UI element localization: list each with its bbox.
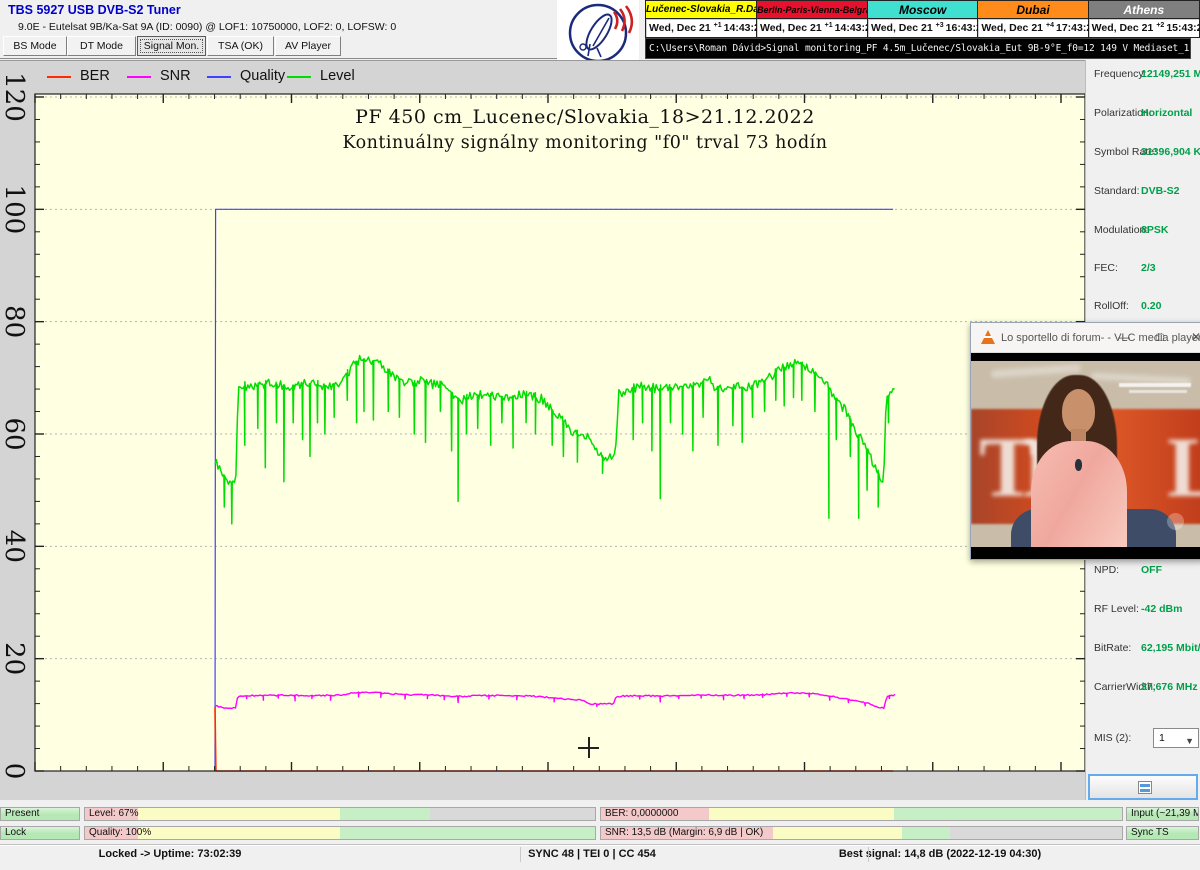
param-value: OFF (1141, 564, 1162, 576)
vlc-cone-icon (981, 330, 995, 344)
crosshair-cursor (588, 737, 590, 758)
mis-value: 1 (1159, 732, 1165, 744)
param-label: Standard: (1094, 185, 1140, 197)
backdrop-letter: L (1167, 417, 1200, 517)
tv-guest-figure (1031, 441, 1127, 547)
param-label: RollOff: (1094, 300, 1129, 312)
signal-bar-level: Level: 67% (84, 807, 596, 821)
status-separator (868, 847, 869, 862)
signal-chart[interactable]: 0 20 40 60 80 100 120 PF 450 cm_Lucenec/Slovaki… (0, 61, 1085, 801)
clock-city: Berlin-Paris-Vienna-Belgrade (757, 1, 867, 19)
param-value: 8PSK (1141, 224, 1168, 236)
svg-text:20: 20 (0, 642, 29, 675)
channel-watermark (1167, 513, 1184, 530)
signal-bar-input: Input (~21,39 Mbps) (1126, 807, 1199, 821)
signal-bar-present: Present (0, 807, 80, 821)
clock-city: Dubai (978, 1, 1087, 19)
chevron-down-icon: ▼ (1185, 732, 1194, 750)
app-title: TBS 5927 USB DVB-S2 Tuner (8, 3, 181, 17)
clock-moscow: MoscowWed, Dec 21+316:43:26 (868, 1, 978, 37)
svg-text:PF 450 cm_Lucenec/Slovakia_18>: PF 450 cm_Lucenec/Slovakia_18>21.12.2022 (355, 106, 815, 128)
vlc-video-area[interactable]: T E L (971, 353, 1200, 559)
tab-dt-mode[interactable]: DT Mode (67, 36, 136, 56)
clock-athens: AthensWed, Dec 21+215:43:26 (1089, 1, 1199, 37)
status-bar: Locked -> Uptime: 73:02:39 SYNC 48 | TEI… (0, 844, 1200, 863)
param-value: 12149,251 MHz (1141, 68, 1200, 80)
mis-dropdown[interactable]: 1 ▼ (1153, 728, 1199, 748)
necklace (1075, 459, 1082, 471)
param-label: BitRate: (1094, 642, 1131, 654)
clock-dubai: DubaiWed, Dec 21+417:43:26 (978, 1, 1088, 37)
param-label: FEC: (1094, 262, 1118, 274)
satellite-dish-icon (557, 0, 639, 66)
status-sync: SYNC 48 | TEI 0 | CC 454 (528, 848, 656, 860)
status-best-signal: Best signal: 14,8 dB (2022-12-19 04:30) (839, 848, 1041, 860)
param-label: NPD: (1094, 564, 1119, 576)
tab-av-player[interactable]: AV Player (275, 36, 341, 56)
param-value: 62,195 Mbit/s (1141, 642, 1200, 654)
param-value: Horizontal (1141, 107, 1192, 119)
status-uptime: Locked -> Uptime: 73:02:39 (99, 848, 242, 860)
clock-city: Moscow (868, 1, 977, 19)
param-value: 37,676 MHz (1141, 681, 1198, 693)
signal-bar-quality: Quality: 100% (84, 826, 596, 840)
signal-bar-snr: SNR: 13,5 dB (Margin: 6,9 dB | OK) (600, 826, 1123, 840)
param-value: -42 dBm (1141, 603, 1182, 615)
clock-lučenec: Lučenec-Slovakia_R.DávidWed, Dec 21+114:… (646, 1, 757, 37)
clock-berlin: Berlin-Paris-Vienna-BelgradeWed, Dec 21+… (757, 1, 868, 37)
tv-studio-scene: T E L (971, 361, 1200, 547)
world-clock-strip: Lučenec-Slovakia_R.DávidWed, Dec 21+114:… (645, 0, 1200, 38)
status-separator (520, 847, 521, 862)
mis-label: MIS (2): (1094, 732, 1131, 744)
console-command-line: C:\Users\Roman Dávid>Signal monitoring_P… (645, 38, 1191, 59)
tab-tsa-ok-[interactable]: TSA (OK) (207, 36, 274, 56)
ts-analysis-button[interactable] (1088, 774, 1198, 800)
svg-text:Kontinuálny signálny monitorin: Kontinuálny signálny monitoring "f0" trv… (342, 133, 827, 153)
clock-city: Lučenec-Slovakia_R.Dávid (646, 1, 756, 19)
ts-list-icon (1138, 781, 1152, 794)
svg-text:80: 80 (0, 305, 29, 338)
tuner-subtitle: 9.0E - Eutelsat 9B/Ka-Sat 9A (ID: 0090) … (18, 21, 396, 33)
param-value: 2/3 (1141, 262, 1156, 274)
signal-bar-lock: Lock (0, 826, 80, 840)
svg-text:60: 60 (0, 417, 29, 450)
tab-bs-mode[interactable]: BS Mode (3, 36, 67, 56)
clock-city: Athens (1089, 1, 1199, 19)
application-window: TBS 5927 USB DVB-S2 Tuner 9.0E - Eutelsa… (0, 0, 1200, 870)
signal-monitor-panel: BERSNRQualityLevel 020406080100120PF 450… (0, 60, 1085, 800)
param-value: DVB-S2 (1141, 185, 1180, 197)
svg-text:0: 0 (0, 763, 29, 780)
clock-time: Wed, Dec 21+114:43:26 (646, 19, 756, 37)
svg-text:100: 100 (0, 185, 29, 235)
param-value: 0.20 (1141, 300, 1161, 312)
maximize-button[interactable]: □ (1143, 323, 1177, 352)
signal-bar-ber: BER: 0,0000000 (600, 807, 1123, 821)
tab-signal-mon-[interactable]: Signal Mon. (137, 36, 206, 56)
onscreen-caption (1129, 390, 1187, 393)
param-label: RF Level: (1094, 603, 1139, 615)
clock-time: Wed, Dec 21+417:43:26 (978, 19, 1087, 37)
clock-time: Wed, Dec 21+215:43:26 (1089, 19, 1199, 37)
vlc-window[interactable]: Lo sportello di forum- - VLC media playe… (970, 322, 1200, 560)
clock-time: Wed, Dec 21+114:43:26 (757, 19, 867, 37)
param-label: Frequency: (1094, 68, 1147, 80)
tv-guest-face (1062, 389, 1095, 434)
onscreen-caption (1119, 383, 1191, 387)
param-value: 31396,904 KS/s (1141, 146, 1200, 158)
minimize-button[interactable]: — (1107, 323, 1141, 352)
close-button[interactable]: ✕ (1179, 323, 1200, 352)
clock-time: Wed, Dec 21+316:43:26 (868, 19, 977, 37)
signal-bar-sync: Sync TS (1126, 826, 1199, 840)
svg-text:120: 120 (0, 72, 29, 122)
svg-text:40: 40 (0, 530, 29, 563)
vlc-titlebar[interactable]: Lo sportello di forum- - VLC media playe… (971, 323, 1200, 353)
